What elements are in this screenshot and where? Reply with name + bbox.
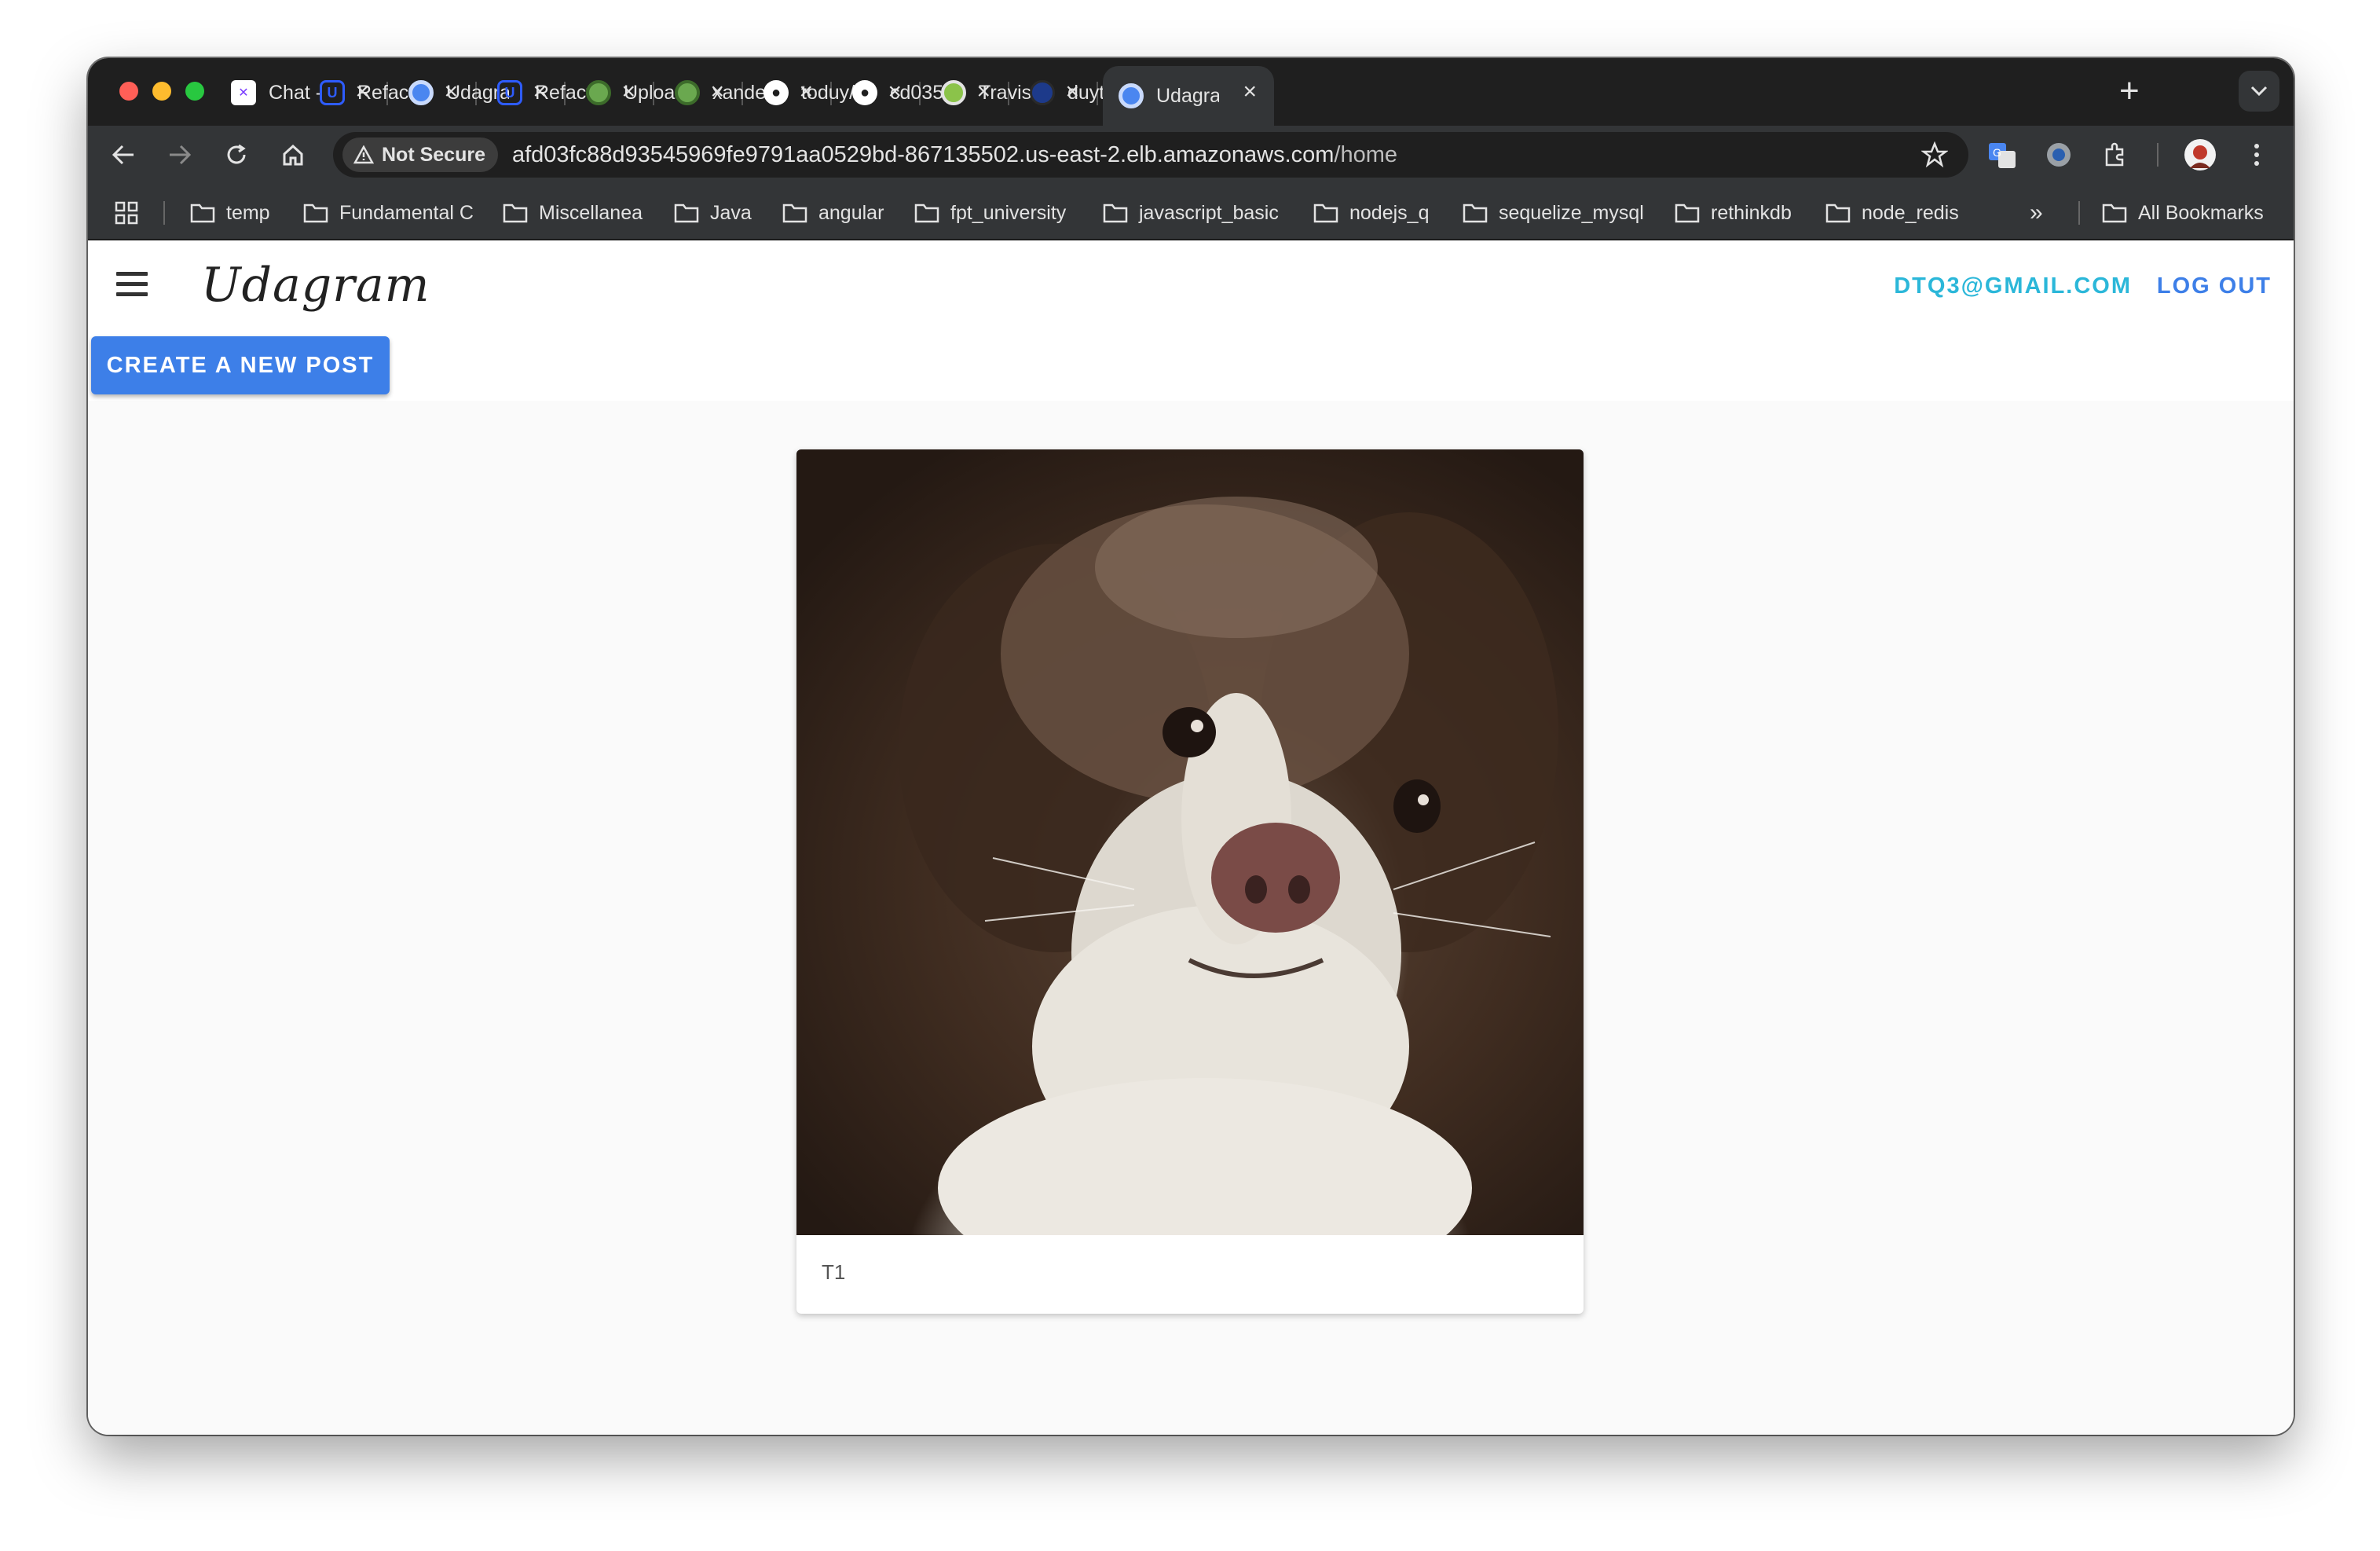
bookmark-label: node_redis — [1862, 201, 1959, 224]
bookmark-folder-node-redis[interactable]: node_redis — [1825, 200, 1959, 226]
folder-icon — [782, 204, 807, 223]
browser-window: ✕ Chat - × U Refactor × Udagram × U Refa… — [88, 58, 2294, 1435]
bookmark-label: angular — [818, 201, 884, 224]
bookmark-star-icon[interactable] — [1920, 141, 1949, 172]
cloud-icon — [586, 80, 611, 105]
tab-strip: ✕ Chat - × U Refactor × Udagram × U Refa… — [88, 58, 2294, 126]
folder-icon — [2102, 204, 2127, 223]
bookmark-folder-sequelize-mysql[interactable]: sequelize_mysql — [1463, 200, 1644, 226]
warning-icon — [353, 145, 374, 164]
user-email-button[interactable]: DTQ3@GMAIL.COM — [1894, 273, 2132, 299]
app-header: Udagram DTQ3@GMAIL.COM LOG OUT — [88, 240, 2294, 332]
action-bar: CREATE A NEW POST — [88, 332, 2294, 401]
tab-udagram-active[interactable]: Udagram × — [1103, 66, 1274, 126]
close-tab-icon[interactable]: × — [1243, 80, 1257, 104]
post-card: T1 — [796, 449, 1584, 1314]
bookmark-label: nodejs_q — [1349, 201, 1430, 224]
chrome-icon — [1119, 83, 1144, 108]
folder-icon — [1675, 204, 1700, 223]
folder-icon — [914, 204, 939, 223]
address-bar[interactable]: Not Secure afd03fc88d93545969fe9791aa052… — [333, 132, 1968, 178]
post-caption: T1 — [822, 1260, 846, 1284]
app-logo[interactable]: Udagram — [201, 258, 430, 313]
folder-icon — [1825, 204, 1851, 223]
home-icon[interactable] — [273, 135, 313, 174]
travis-icon — [941, 80, 966, 105]
docker-icon — [1030, 80, 1055, 105]
folder-icon — [1103, 204, 1128, 223]
overflow-label: » — [2030, 200, 2043, 226]
bookmarks-overflow-chevron-icon[interactable]: » — [2030, 200, 2043, 226]
security-label: Not Secure — [382, 143, 485, 166]
maximize-window-button[interactable] — [185, 82, 204, 101]
udacity-icon: U — [497, 80, 522, 105]
bookmark-folder-temp[interactable]: temp — [190, 200, 270, 226]
url-path: /home — [1334, 141, 1398, 167]
bookmark-label: Java — [710, 201, 752, 224]
apps-grid-icon[interactable] — [115, 200, 149, 226]
udacity-icon: U — [320, 80, 345, 105]
bookmark-folder-nodejs-q[interactable]: nodejs_q — [1313, 200, 1429, 226]
svg-text:G: G — [1993, 146, 2001, 159]
folder-icon — [190, 204, 215, 223]
url-text: afd03fc88d93545969fe9791aa0529bd-8671355… — [512, 142, 1397, 168]
github-icon: ● — [763, 80, 789, 105]
profile-avatar-icon[interactable] — [2180, 135, 2220, 174]
bookmark-folder-angular[interactable]: angular — [782, 200, 884, 226]
bookmark-label: javascript_basic — [1139, 201, 1279, 224]
all-bookmarks-folder[interactable]: All Bookmarks — [2102, 200, 2264, 226]
bookmark-label: Miscellanea — [539, 201, 643, 224]
tab-search-chevron-icon[interactable] — [2239, 71, 2279, 112]
browser-toolbar: Not Secure afd03fc88d93545969fe9791aa052… — [88, 126, 2294, 184]
github-icon: ● — [852, 80, 877, 105]
dog-photo — [796, 449, 1584, 1235]
menu-hamburger-icon[interactable] — [116, 272, 148, 297]
chrome-icon — [408, 80, 434, 105]
bookmark-label: All Bookmarks — [2138, 201, 2264, 224]
extensions-puzzle-icon[interactable] — [2096, 135, 2135, 174]
minimize-window-button[interactable] — [152, 82, 171, 101]
tab-title: Udagram — [1156, 84, 1219, 107]
url-host: afd03fc88d93545969fe9791aa0529bd-8671355… — [511, 141, 1335, 167]
bookmark-folder-fpt-university[interactable]: fpt_university — [914, 200, 1066, 226]
page-content: Udagram DTQ3@GMAIL.COM LOG OUT CREATE A … — [88, 240, 2294, 1435]
bookmarks-bar: temp Fundamental C Miscellanea Java angu… — [88, 184, 2294, 240]
bookmark-folder-rethinkdb[interactable]: rethinkdb — [1675, 200, 1792, 226]
kebab-menu-icon[interactable] — [2237, 135, 2276, 174]
folder-icon — [303, 204, 328, 223]
bookmark-label: Fundamental C — [339, 201, 474, 224]
logout-button[interactable]: LOG OUT — [2157, 273, 2272, 299]
folder-icon — [1313, 204, 1338, 223]
bookmark-folder-fundamental-c[interactable]: Fundamental C — [303, 200, 474, 226]
bookmark-label: sequelize_mysql — [1499, 201, 1644, 224]
close-window-button[interactable] — [119, 82, 138, 101]
folder-icon — [503, 204, 528, 223]
bookmark-label: fpt_university — [950, 201, 1067, 224]
bookmark-label: temp — [226, 201, 270, 224]
folder-icon — [674, 204, 699, 223]
extension-circle-icon[interactable] — [2039, 135, 2078, 174]
cloud-icon — [675, 80, 700, 105]
forward-arrow-icon[interactable] — [160, 135, 200, 174]
create-post-button[interactable]: CREATE A NEW POST — [91, 336, 390, 394]
chat-favicon-icon: ✕ — [231, 80, 256, 105]
google-translate-icon[interactable]: G — [1983, 135, 2022, 174]
bookmark-folder-java[interactable]: Java — [674, 200, 752, 226]
bookmark-folder-javascript-basic[interactable]: javascript_basic — [1103, 200, 1279, 226]
back-arrow-icon[interactable] — [104, 135, 143, 174]
bookmark-label: rethinkdb — [1711, 201, 1792, 224]
bookmark-folder-miscellanea[interactable]: Miscellanea — [503, 200, 643, 226]
new-tab-icon[interactable]: + — [2119, 69, 2140, 113]
security-chip[interactable]: Not Secure — [342, 138, 498, 172]
folder-icon — [1463, 204, 1488, 223]
reload-icon[interactable] — [217, 135, 256, 174]
